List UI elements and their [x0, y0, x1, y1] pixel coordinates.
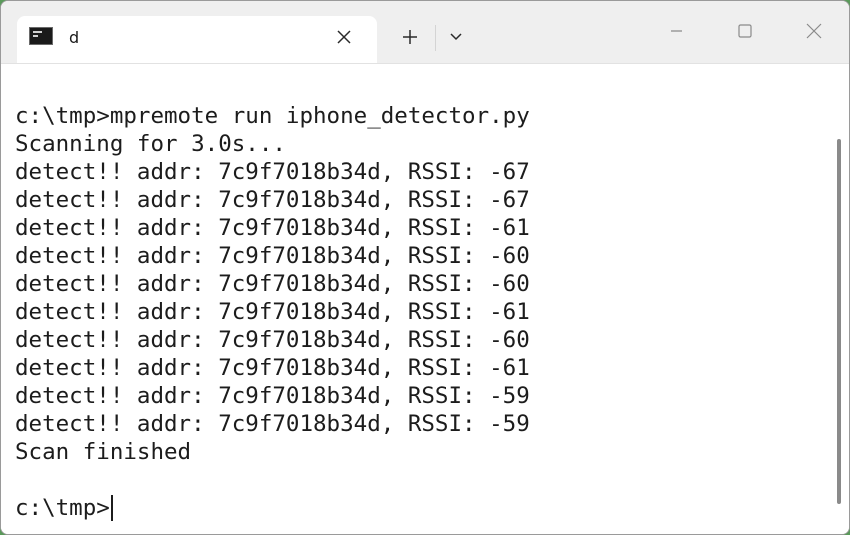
close-icon	[806, 23, 822, 39]
title-bar: d	[1, 1, 849, 64]
tab-title: d	[69, 28, 80, 47]
prompt-text: c:\tmp>	[15, 495, 110, 521]
terminal-line: Scanning for 3.0s...	[15, 131, 286, 157]
terminal-line: detect!! addr: 7c9f7018b34d, RSSI: -61	[15, 215, 530, 241]
chevron-down-icon	[450, 33, 462, 41]
terminal-window: d c:\tmp>mpremote run iphone_detector.py…	[0, 0, 850, 535]
scrollbar[interactable]	[837, 139, 841, 504]
terminal-icon	[29, 27, 53, 45]
terminal-line: detect!! addr: 7c9f7018b34d, RSSI: -61	[15, 355, 530, 381]
plus-icon	[403, 30, 417, 44]
terminal-line: detect!! addr: 7c9f7018b34d, RSSI: -60	[15, 327, 530, 353]
terminal-line: detect!! addr: 7c9f7018b34d, RSSI: -60	[15, 271, 530, 297]
maximize-button[interactable]	[722, 15, 768, 47]
terminal-line: detect!! addr: 7c9f7018b34d, RSSI: -67	[15, 187, 530, 213]
profile-dropdown-button[interactable]	[441, 23, 471, 51]
maximize-icon	[738, 24, 752, 38]
terminal-line: detect!! addr: 7c9f7018b34d, RSSI: -59	[15, 383, 530, 409]
terminal-line: c:\tmp>mpremote run iphone_detector.py	[15, 103, 530, 129]
new-tab-button[interactable]	[394, 23, 426, 51]
terminal-line: Scan finished	[15, 439, 192, 465]
tab-close-button[interactable]	[333, 26, 355, 48]
minimize-icon	[671, 30, 682, 32]
text-cursor	[110, 495, 113, 521]
tab-terminal[interactable]: d	[17, 16, 377, 63]
terminal-line: detect!! addr: 7c9f7018b34d, RSSI: -59	[15, 411, 530, 437]
titlebar-divider	[435, 25, 436, 51]
terminal-output[interactable]: c:\tmp>mpremote run iphone_detector.py S…	[1, 64, 849, 534]
terminal-line: detect!! addr: 7c9f7018b34d, RSSI: -61	[15, 299, 530, 325]
terminal-line: detect!! addr: 7c9f7018b34d, RSSI: -67	[15, 159, 530, 185]
minimize-button[interactable]	[653, 15, 699, 47]
terminal-line: detect!! addr: 7c9f7018b34d, RSSI: -60	[15, 243, 530, 269]
close-icon	[337, 30, 351, 44]
terminal-lines: c:\tmp>mpremote run iphone_detector.py S…	[15, 102, 530, 466]
window-close-button[interactable]	[791, 15, 837, 47]
command-prompt[interactable]: c:\tmp>	[15, 494, 113, 522]
